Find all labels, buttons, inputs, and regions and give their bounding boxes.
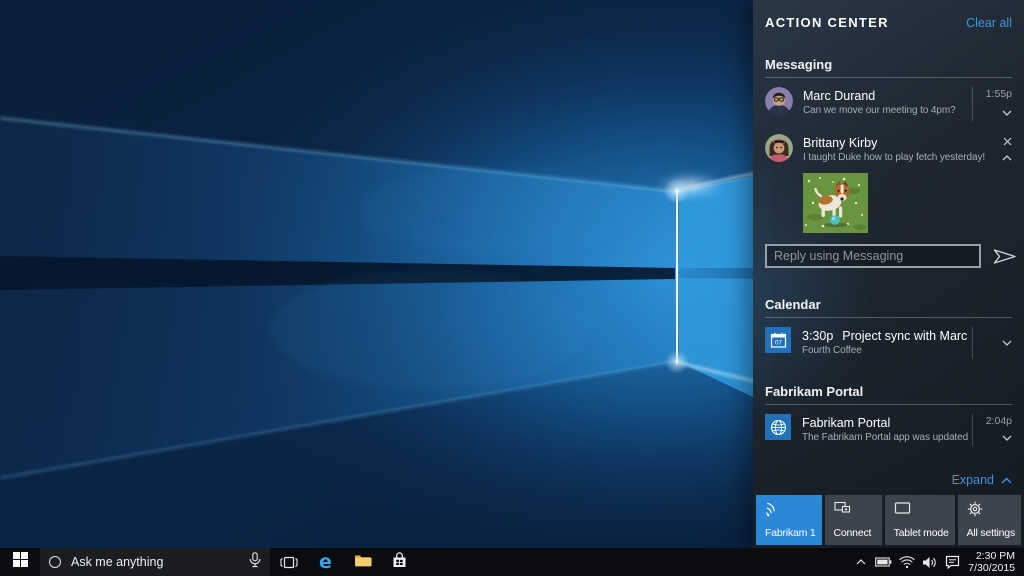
avatar-marc [765,87,793,115]
chevron-up-icon [1001,473,1012,487]
message-photo-dog[interactable] [803,173,868,233]
notification-fabrikam-portal[interactable]: Fabrikam Portal The Fabrikam Portal app … [765,414,1012,446]
taskbar-search-box[interactable] [40,548,270,576]
taskbar-clock[interactable]: 2:30 PM 7/30/2015 [964,548,1024,576]
chevron-down-icon[interactable] [1002,337,1012,349]
windows-desktop: ACTION CENTER Clear all Messaging [0,0,1024,576]
wifi-icon [765,501,816,522]
notification-calendar-event[interactable]: 07 3:30p Project sync with Marc Fourth C… [765,327,1012,359]
clock-time: 2:30 PM [976,550,1015,562]
expand-link[interactable]: Expand [952,473,1012,487]
send-icon[interactable] [992,247,1017,266]
folder-icon [354,553,372,572]
windows-store-button[interactable] [381,548,418,576]
quick-action-connect[interactable]: Connect [825,495,882,545]
clear-all-link[interactable]: Clear all [966,16,1012,30]
quick-action-all-settings[interactable]: All settings [958,495,1021,545]
notification-time: 2:04p [986,415,1012,427]
clock-date: 7/30/2015 [968,562,1015,574]
event-location: Fourth Coffee [802,344,966,358]
notification-message: The Fabrikam Portal app was updated [802,431,966,445]
reply-input[interactable] [765,244,981,268]
search-input[interactable] [71,555,249,569]
task-view-button[interactable] [270,548,307,576]
notification-sender: Brittany Kirby [803,135,978,151]
section-divider [765,77,1012,78]
section-divider [765,317,1012,318]
quick-actions-row: Fabrikam 1 Connect [756,495,1021,545]
messaging-section-label: Messaging [765,57,1012,72]
notification-brittany-kirby[interactable]: Brittany Kirby I taught Duke how to play… [765,134,1012,166]
taskbar-spacer [418,548,849,576]
edge-icon: e [319,553,332,572]
svg-text:07: 07 [775,339,782,346]
quick-action-tablet-mode[interactable]: Tablet mode [885,495,955,545]
fabrikam-section-label: Fabrikam Portal [765,384,1012,399]
quick-action-fabrikam1[interactable]: Fabrikam 1 [756,495,822,545]
cortana-icon [49,556,61,568]
settings-gear-icon [967,501,1015,522]
chevron-down-icon[interactable] [1002,432,1012,444]
microphone-icon[interactable] [249,552,261,573]
notification-sender: Marc Durand [803,88,966,104]
calendar-icon: 07 [765,327,791,353]
event-time: 3:30p [802,328,833,344]
chevron-up-icon[interactable] [1002,152,1012,164]
tablet-mode-icon [894,501,949,520]
battery-icon[interactable] [872,548,895,576]
notification-marc-durand[interactable]: Marc Durand Can we move our meeting to 4… [765,87,1012,121]
notification-message: Can we move our meeting to 4pm? [803,104,966,118]
wifi-tray-icon[interactable] [895,548,918,576]
globe-icon [765,414,791,440]
file-explorer-button[interactable] [344,548,381,576]
section-divider [765,404,1012,405]
action-center-tray-icon[interactable] [941,548,964,576]
chevron-down-icon[interactable] [1002,107,1012,119]
action-center-title: ACTION CENTER [765,15,889,30]
notification-message: I taught Duke how to play fetch yesterda… [803,151,978,165]
taskbar: e [0,548,1024,576]
action-center-panel: ACTION CENTER Clear all Messaging [753,0,1024,548]
event-title: Project sync with Marc [842,328,967,344]
volume-icon[interactable] [918,548,941,576]
windows-logo-icon [13,552,28,572]
connect-icon [834,501,876,521]
edge-browser-button[interactable]: e [307,548,344,576]
start-button[interactable] [0,548,40,576]
store-bag-icon [392,552,407,573]
tray-show-hidden-icons-button[interactable] [849,548,872,576]
notification-title: Fabrikam Portal [802,415,966,431]
calendar-section-label: Calendar [765,297,1012,312]
close-icon[interactable] [1003,135,1012,147]
avatar-brittany [765,134,793,162]
notification-time: 1:55p [986,88,1012,100]
